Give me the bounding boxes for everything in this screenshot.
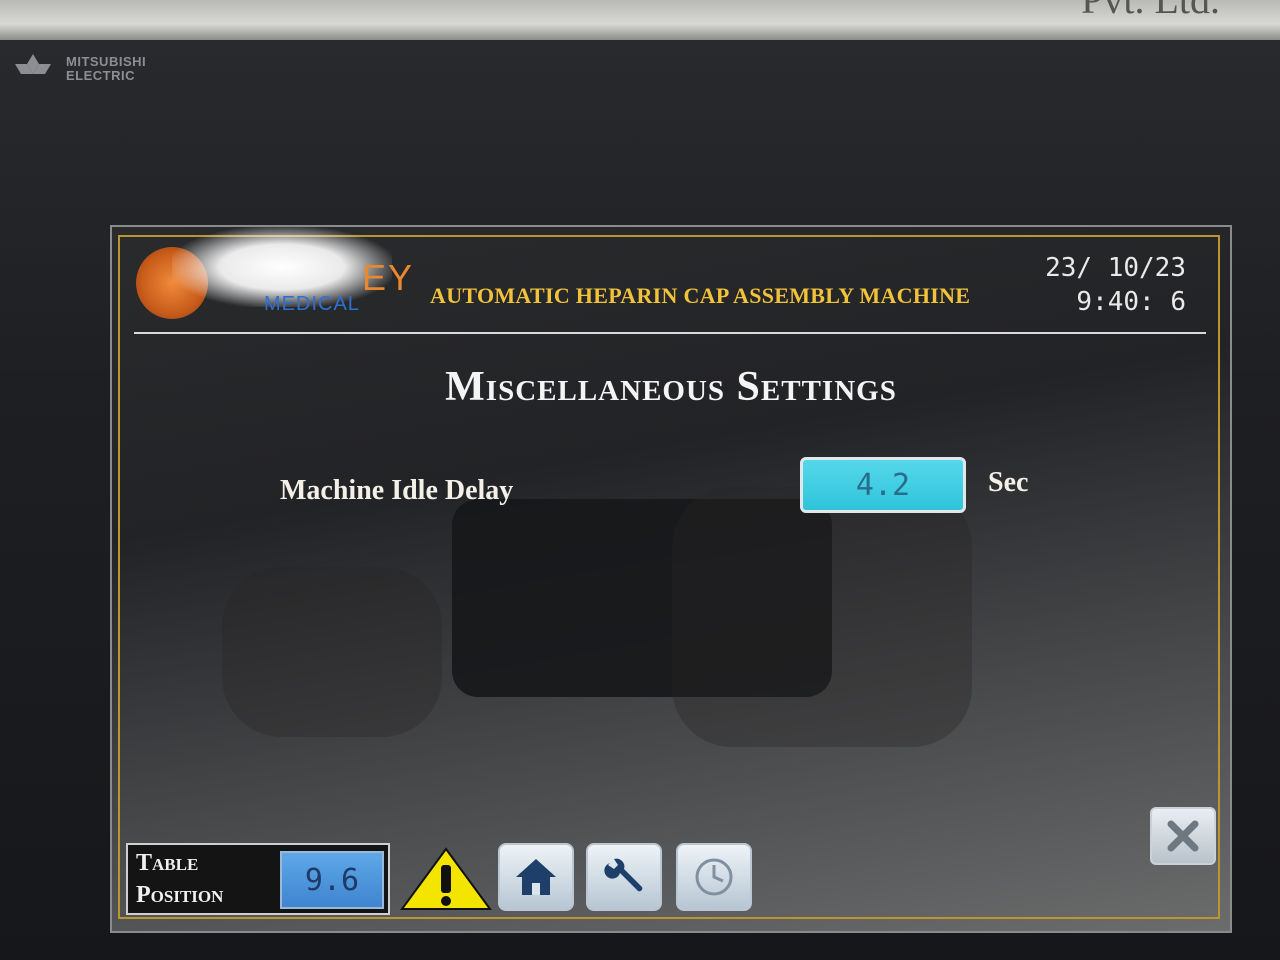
clock-button[interactable] [676, 843, 752, 911]
mitsubishi-logo-icon [15, 54, 51, 74]
hmi-bezel: Pvt. Ltd. MITSUBISHI ELECTRIC EY MEDICAL… [0, 0, 1280, 960]
wrench-icon [604, 858, 643, 892]
datetime-display: 23/ 10/23 9:40: 6 [1045, 251, 1186, 319]
warning-icon[interactable] [398, 845, 494, 913]
page-title: Miscellaneous Settings [445, 364, 897, 410]
close-button[interactable] [1150, 807, 1216, 865]
table-position-panel: Table Position 9.6 [126, 843, 390, 915]
home-button[interactable] [498, 843, 574, 911]
header-divider [134, 332, 1206, 334]
wall-sign-text: Pvt. Ltd. [1081, 0, 1220, 23]
brand-label: MITSUBISHI ELECTRIC [66, 54, 147, 83]
glass-reflection-hand-right [672, 487, 972, 747]
home-icon [516, 859, 556, 895]
background-wall: Pvt. Ltd. [0, 0, 1280, 40]
time-text: 9:40: 6 [1076, 287, 1186, 317]
date-text: 23/ 10/23 [1045, 253, 1186, 283]
machine-idle-delay-input[interactable]: 4.2 [800, 457, 966, 513]
close-icon [1167, 820, 1199, 852]
company-logo-subtext: MEDICAL [264, 293, 360, 315]
machine-idle-delay-unit: Sec [988, 467, 1029, 498]
machine-title: AUTOMATIC HEPARIN CAP ASSEMBLY MACHINE [430, 283, 971, 308]
hmi-screen: EY MEDICAL AUTOMATIC HEPARIN CAP ASSEMBL… [110, 225, 1232, 933]
mitsubishi-brand: MITSUBISHI ELECTRIC [8, 52, 146, 86]
footer-bar: Table Position 9.6 [126, 843, 776, 917]
company-logo-text: EY [362, 257, 415, 298]
glass-reflection-hand-left [222, 567, 442, 737]
clock-icon [695, 858, 733, 896]
table-position-label: Table Position [136, 850, 224, 908]
settings-button[interactable] [586, 843, 662, 911]
table-position-value: 9.6 [280, 851, 384, 909]
machine-idle-delay-label: Machine Idle Delay [280, 475, 514, 506]
